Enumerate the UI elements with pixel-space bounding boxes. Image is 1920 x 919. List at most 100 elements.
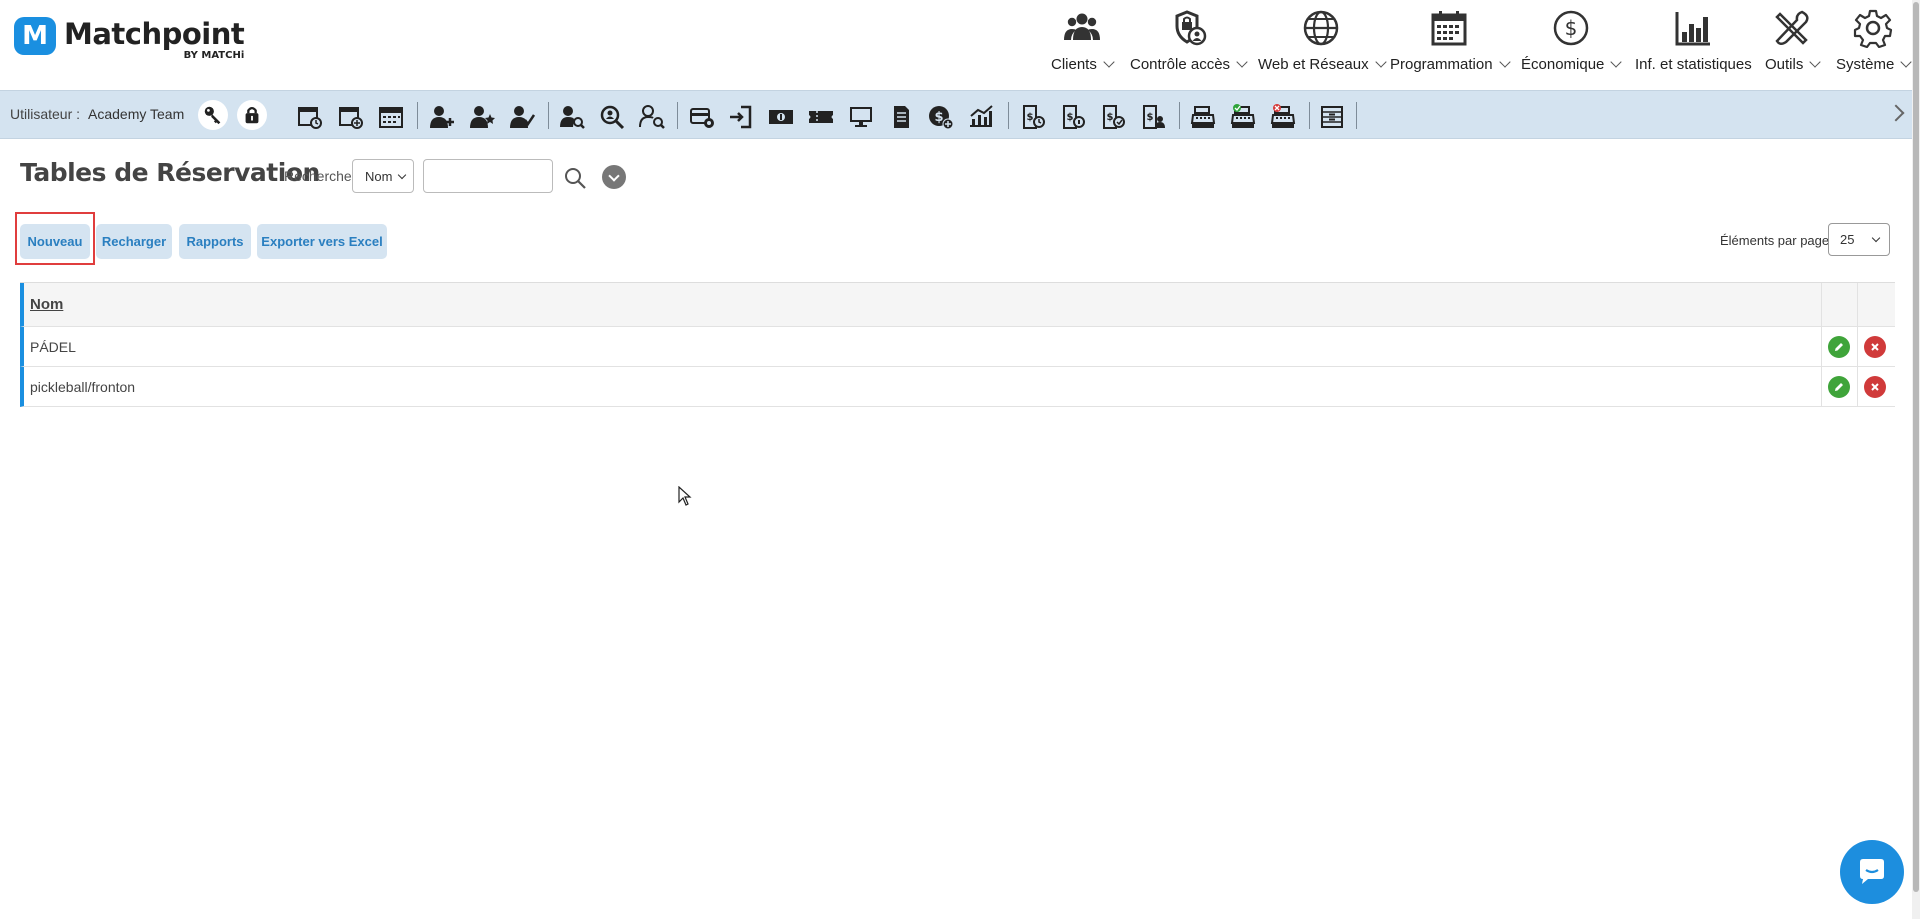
document-icon[interactable] bbox=[887, 103, 915, 131]
page-scrollbar[interactable] bbox=[1912, 0, 1920, 919]
cash-register-closed-icon[interactable] bbox=[1269, 103, 1297, 131]
nav-access-control-label: Contrôle accès bbox=[1130, 56, 1231, 73]
lock-icon bbox=[245, 106, 259, 124]
monitor-icon[interactable] bbox=[847, 103, 875, 131]
toolbar-scroll-right-icon[interactable] bbox=[1887, 104, 1905, 122]
close-icon bbox=[1871, 383, 1879, 391]
svg-text:$: $ bbox=[1027, 112, 1034, 123]
nav-clients[interactable]: Clients bbox=[1051, 8, 1115, 80]
nav-programming[interactable]: Programmation bbox=[1390, 8, 1511, 80]
calendar-add-icon[interactable] bbox=[337, 103, 365, 131]
receipt-info-icon[interactable]: $ bbox=[1059, 103, 1087, 131]
chevron-down-icon bbox=[1871, 233, 1881, 243]
svg-text:$: $ bbox=[934, 110, 943, 125]
person-star-icon[interactable] bbox=[468, 103, 496, 131]
nav-statistics-label: Inf. et statistiques bbox=[1635, 56, 1752, 73]
calendar-clock-icon[interactable] bbox=[296, 103, 324, 131]
chevron-down-icon bbox=[397, 170, 407, 180]
user-name: Academy Team bbox=[88, 106, 185, 122]
toolbar-divider bbox=[677, 102, 678, 129]
chevron-down-icon bbox=[1809, 56, 1822, 68]
receipt-clock-icon[interactable]: $ bbox=[1019, 103, 1047, 131]
close-icon bbox=[1871, 343, 1879, 351]
calendar-icon[interactable] bbox=[377, 103, 405, 131]
nav-economic-label: Économique bbox=[1521, 56, 1605, 73]
edit-button[interactable] bbox=[1828, 336, 1850, 358]
row-name: PÁDEL bbox=[30, 338, 76, 355]
edit-button[interactable] bbox=[1828, 376, 1850, 398]
toolbar-divider bbox=[1356, 102, 1357, 129]
nav-economic[interactable]: $ Économique bbox=[1521, 8, 1623, 80]
search-input[interactable] bbox=[423, 159, 553, 193]
archive-icon[interactable] bbox=[1318, 103, 1346, 131]
nav-access-control[interactable]: Contrôle accès bbox=[1130, 8, 1248, 80]
top-header: M Matchpoint BY MATCHi Clients Contrôle … bbox=[0, 0, 1920, 90]
person-find-icon[interactable] bbox=[638, 103, 666, 131]
person-search-icon[interactable] bbox=[558, 103, 586, 131]
items-per-page-value: 25 bbox=[1840, 232, 1855, 247]
chevron-down-icon bbox=[1900, 56, 1913, 68]
toolbar-divider bbox=[1309, 102, 1310, 129]
cash-register-open-icon[interactable] bbox=[1229, 103, 1257, 131]
reports-button[interactable]: Rapports bbox=[179, 224, 251, 259]
nav-tools[interactable]: Outils bbox=[1765, 8, 1822, 80]
gear-icon bbox=[1854, 9, 1893, 48]
nav-web[interactable]: Web et Réseaux bbox=[1258, 8, 1387, 80]
cash-icon[interactable] bbox=[767, 103, 795, 131]
person-check-icon[interactable] bbox=[508, 103, 536, 131]
users-icon bbox=[1063, 13, 1100, 40]
calendar-icon bbox=[1431, 11, 1467, 46]
bar-chart-icon bbox=[1675, 12, 1711, 46]
page-title: Tables de Réservation bbox=[20, 158, 320, 187]
cash-register-icon[interactable] bbox=[1189, 103, 1217, 131]
chevron-down-icon bbox=[1374, 56, 1387, 68]
main-nav: Clients Contrôle accès Web et Réseaux Pr… bbox=[0, 8, 1920, 78]
search-field-select[interactable]: Nom bbox=[352, 159, 414, 193]
chevron-down-icon bbox=[1236, 56, 1248, 68]
nav-clients-label: Clients bbox=[1051, 56, 1097, 73]
card-settings-icon[interactable] bbox=[688, 103, 716, 131]
search-label: Recherche bbox=[284, 168, 352, 184]
person-add-icon[interactable] bbox=[428, 103, 456, 131]
delete-button[interactable] bbox=[1864, 336, 1886, 358]
svg-text:$: $ bbox=[1067, 112, 1074, 123]
toolbar-divider bbox=[1179, 102, 1180, 129]
reload-button[interactable]: Recharger bbox=[96, 224, 172, 259]
new-button[interactable]: Nouveau bbox=[20, 224, 90, 259]
table-row[interactable]: pickleball/fronton bbox=[20, 367, 1895, 407]
toolbar-divider bbox=[1008, 102, 1009, 129]
tools-icon bbox=[1775, 10, 1809, 45]
reservation-tables-list: Nom PÁDEL pickleball/fronton bbox=[20, 282, 1895, 407]
svg-text:$: $ bbox=[1147, 112, 1154, 123]
lock-button[interactable] bbox=[237, 100, 267, 130]
line-chart-icon[interactable] bbox=[967, 103, 995, 131]
column-header-nom[interactable]: Nom bbox=[30, 296, 63, 313]
chat-button[interactable] bbox=[1840, 840, 1904, 904]
nav-tools-label: Outils bbox=[1765, 56, 1804, 73]
nav-statistics[interactable]: Inf. et statistiques bbox=[1635, 8, 1752, 80]
svg-text:$: $ bbox=[1564, 16, 1577, 40]
chat-icon bbox=[1860, 859, 1884, 884]
table-row[interactable]: PÁDEL bbox=[20, 327, 1895, 367]
export-excel-button[interactable]: Exporter vers Excel bbox=[257, 224, 387, 259]
items-per-page-select[interactable]: 25 bbox=[1828, 223, 1890, 256]
toolbar-divider bbox=[417, 102, 418, 129]
person-zoom-icon[interactable] bbox=[598, 103, 626, 131]
dollar-icon: $ bbox=[1553, 10, 1588, 46]
delete-button[interactable] bbox=[1864, 376, 1886, 398]
key-button[interactable] bbox=[198, 100, 228, 130]
receipt-check-icon[interactable]: $ bbox=[1099, 103, 1127, 131]
chevron-down-icon bbox=[1610, 56, 1623, 68]
nav-system[interactable]: Système bbox=[1836, 8, 1913, 80]
coin-add-icon[interactable]: $ bbox=[927, 103, 955, 131]
nav-programming-label: Programmation bbox=[1390, 56, 1493, 73]
advanced-search-toggle-icon[interactable] bbox=[602, 165, 626, 189]
ticket-icon[interactable] bbox=[807, 103, 835, 131]
receipt-person-icon[interactable]: $ bbox=[1139, 103, 1167, 131]
app-root: M Matchpoint BY MATCHi Clients Contrôle … bbox=[0, 0, 1920, 919]
door-enter-icon[interactable] bbox=[727, 103, 755, 131]
pencil-icon bbox=[1835, 343, 1843, 351]
search-field-value: Nom bbox=[365, 168, 393, 184]
nav-web-label: Web et Réseaux bbox=[1258, 56, 1369, 73]
search-icon[interactable] bbox=[563, 166, 587, 190]
